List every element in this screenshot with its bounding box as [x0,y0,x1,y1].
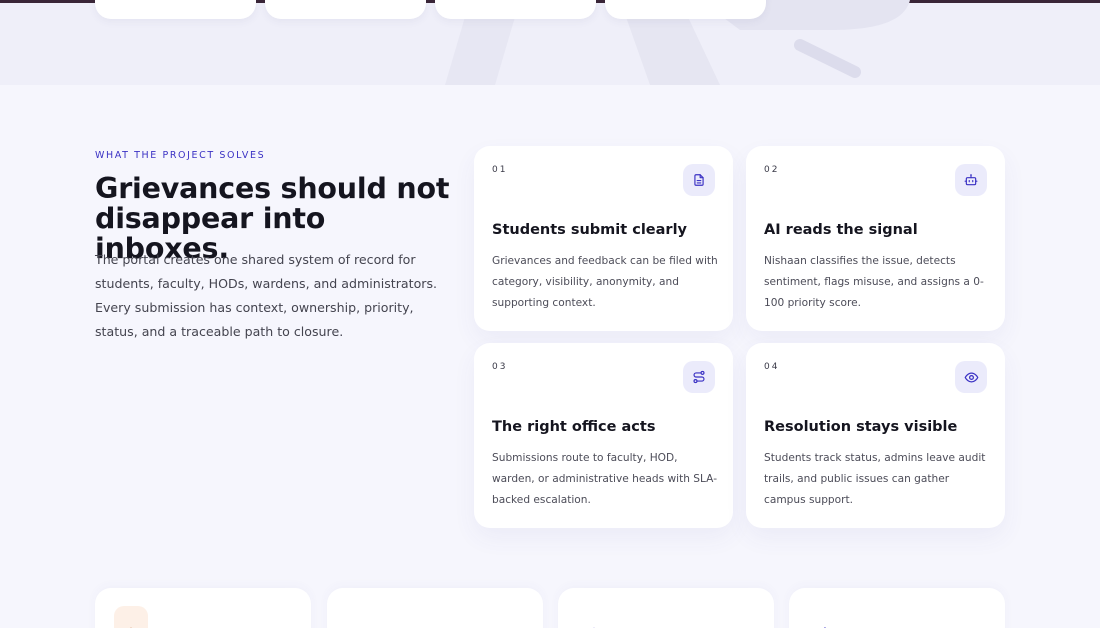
shield-check-icon [346,606,380,628]
top-card [435,0,596,19]
document-icon [683,164,715,196]
lock-icon [114,606,148,628]
step-title: Resolution stays visible [764,419,958,435]
feature-card [95,588,311,628]
step-card: 01 Students submit clearly Grievances an… [474,146,733,331]
section-description: The portal creates one shared system of … [95,252,438,339]
step-number: 03 [492,362,508,372]
step-description: Nishaan classifies the issue, detects se… [764,255,984,309]
feature-card [558,588,774,628]
feature-card [327,588,543,628]
eye-icon [955,361,987,393]
step-title: The right office acts [492,419,656,435]
top-card [95,0,256,19]
route-icon [683,361,715,393]
step-description: Grievances and feedback can be filed wit… [492,255,718,309]
step-number: 01 [492,165,508,175]
step-title: AI reads the signal [764,222,918,238]
robot-icon [955,164,987,196]
step-card: 02 AI reads the signal Nishaan classifie… [746,146,1005,331]
step-number: 02 [764,165,780,175]
sparkle-icon [808,606,842,628]
top-card [605,0,766,19]
section-eyebrow: WHAT THE PROJECT SOLVES [95,150,266,161]
previous-section-band [0,0,1100,85]
step-title: Students submit clearly [492,222,687,238]
step-card: 04 Resolution stays visible Students tra… [746,343,1005,528]
step-description: Students track status, admins leave audi… [764,452,986,506]
step-number: 04 [764,362,780,372]
bar-chart-icon [577,606,611,628]
step-description: Submissions route to faculty, HOD, warde… [492,452,718,506]
step-card: 03 The right office acts Submissions rou… [474,343,733,528]
feature-card [789,588,1005,628]
top-card [265,0,426,19]
